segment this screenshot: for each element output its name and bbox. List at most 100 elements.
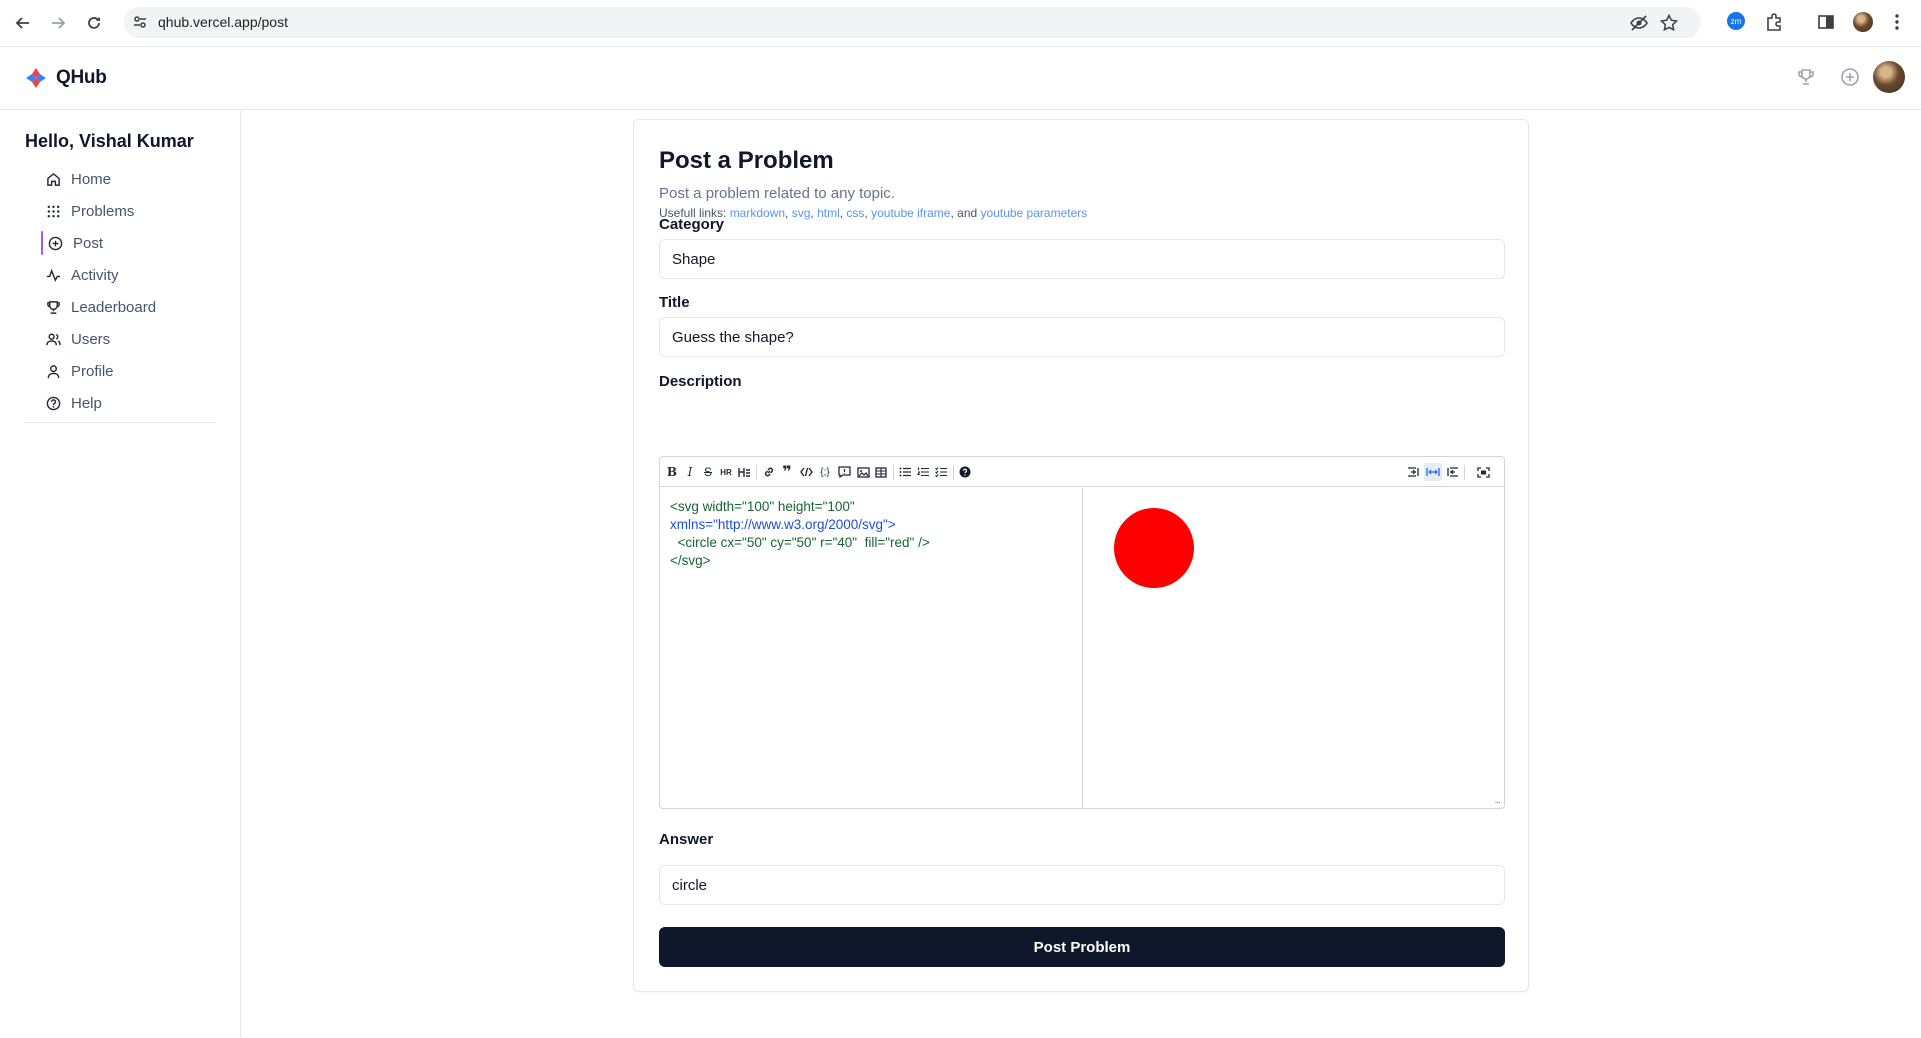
page-subtitle: Post a problem related to any topic.: [659, 185, 895, 202]
app-header: QHub: [0, 48, 1921, 110]
help-icon[interactable]: [956, 463, 974, 481]
sidebar-item-users[interactable]: Users: [41, 323, 216, 355]
link-css[interactable]: css: [846, 206, 864, 220]
activity-icon: [46, 268, 61, 282]
back-icon[interactable]: [12, 12, 34, 34]
red-circle: [1114, 508, 1194, 588]
link-youtube-iframe[interactable]: youtube iframe: [871, 206, 950, 220]
preview-circle-svg: [1114, 508, 1194, 588]
link-svg[interactable]: svg: [792, 206, 811, 220]
italic-icon[interactable]: I: [681, 463, 699, 481]
plus-circle-icon: [48, 236, 63, 250]
link-youtube-parameters[interactable]: youtube parameters: [981, 206, 1088, 220]
markdown-preview: [1084, 488, 1504, 808]
image-icon[interactable]: [854, 463, 872, 481]
preview-mode-icon[interactable]: [1443, 463, 1461, 481]
title-field[interactable]: Guess the shape?: [659, 317, 1505, 357]
sidebar-item-label: Help: [71, 394, 102, 412]
bookmark-star-icon[interactable]: [1659, 13, 1679, 33]
table-icon[interactable]: [872, 463, 890, 481]
greeting: Hello, Vishal Kumar: [25, 131, 194, 151]
help-circle-icon: [46, 396, 61, 410]
sidebar-item-leaderboard[interactable]: Leaderboard: [41, 291, 216, 323]
trophy-icon[interactable]: [1796, 67, 1816, 87]
sidebar-nav: Home Problems Post Activity Leaderboard …: [41, 163, 216, 419]
app-name: QHub: [56, 67, 107, 88]
markdown-editor: B I S HR ❞ {;} <svg width="100" height="…: [659, 456, 1505, 809]
page-title: Post a Problem: [659, 147, 834, 174]
code-line-3: <circle cx="50" cy="50" r="40" fill="red…: [670, 535, 930, 550]
sidebar-item-profile[interactable]: Profile: [41, 355, 216, 387]
toolbar-divider: [1464, 465, 1465, 480]
sidebar-item-label: Home: [71, 170, 112, 188]
editor-toolbar: B I S HR ❞ {;}: [660, 457, 1504, 487]
more-vert-icon[interactable]: [1890, 12, 1904, 32]
address-bar[interactable]: qhub.vercel.app/post: [124, 7, 1701, 38]
sidebar-item-home[interactable]: Home: [41, 163, 216, 195]
post-problem-card: Post a Problem Post a problem related to…: [633, 119, 1529, 992]
sidebar-item-activity[interactable]: Activity: [41, 259, 216, 291]
browser-toolbar: qhub.vercel.app/post zm: [0, 0, 1921, 47]
heading-icon[interactable]: [735, 463, 753, 481]
unordered-list-icon[interactable]: [896, 463, 914, 481]
code-textarea[interactable]: <svg width="100" height="100" xmlns="htt…: [660, 488, 1083, 808]
zoom-extension-icon[interactable]: zm: [1727, 12, 1745, 30]
post-problem-button[interactable]: Post Problem: [659, 927, 1505, 967]
sidebar-item-label: Post: [73, 234, 104, 252]
sidebar-item-help[interactable]: Help: [41, 387, 216, 419]
toolbar-divider: [756, 465, 757, 480]
extensions-puzzle-icon[interactable]: [1764, 12, 1784, 32]
ordered-list-icon[interactable]: [914, 463, 932, 481]
checklist-icon[interactable]: [932, 463, 950, 481]
sidebar-item-label: Leaderboard: [71, 298, 157, 316]
toolbar-divider: [893, 465, 894, 480]
sidebar-item-post[interactable]: Post: [41, 227, 216, 259]
reload-icon[interactable]: [83, 12, 105, 34]
side-panel-icon[interactable]: [1816, 12, 1836, 32]
comment-icon[interactable]: [835, 463, 853, 481]
split-mode-icon[interactable]: [1424, 463, 1442, 481]
sidebar: Hello, Vishal Kumar Home Problems Post A…: [0, 111, 241, 1038]
add-circle-icon[interactable]: [1840, 67, 1860, 87]
sidebar-divider: [25, 422, 215, 423]
strikethrough-icon[interactable]: S: [699, 463, 717, 481]
link-html[interactable]: html: [817, 206, 840, 220]
title-label: Title: [659, 294, 690, 311]
answer-field[interactable]: circle: [659, 865, 1505, 905]
link-icon[interactable]: [760, 463, 778, 481]
code-block-icon[interactable]: {;}: [816, 463, 834, 481]
resize-handle[interactable]: ...: [1495, 795, 1501, 806]
fullscreen-icon[interactable]: [1474, 463, 1492, 481]
home-icon: [47, 172, 60, 186]
sidebar-item-label: Users: [71, 330, 111, 348]
trophy-icon: [47, 300, 60, 314]
category-field[interactable]: Shape: [659, 239, 1505, 279]
sidebar-item-label: Problems: [71, 202, 135, 220]
sidebar-item-label: Activity: [71, 266, 119, 284]
app-logo[interactable]: QHub: [24, 66, 107, 90]
users-icon: [46, 333, 61, 345]
link-markdown[interactable]: markdown: [730, 206, 785, 220]
site-settings-icon[interactable]: [132, 14, 148, 30]
code-icon[interactable]: [797, 463, 815, 481]
browser-profile-avatar[interactable]: [1853, 12, 1873, 32]
code-line-1: <svg width="100" height="100": [670, 499, 855, 514]
user-avatar[interactable]: [1873, 61, 1905, 93]
category-label: Category: [659, 216, 725, 233]
code-line-2: xmlns="http://www.w3.org/2000/svg">: [670, 517, 896, 532]
toolbar-divider: [953, 465, 954, 480]
answer-label: Answer: [659, 831, 714, 848]
eye-off-icon[interactable]: [1629, 13, 1649, 33]
user-icon: [47, 364, 60, 378]
sidebar-item-problems[interactable]: Problems: [41, 195, 216, 227]
horizontal-rule-icon[interactable]: HR: [717, 463, 735, 481]
quote-icon[interactable]: ❞: [778, 463, 796, 481]
forward-icon[interactable]: [47, 12, 69, 34]
sidebar-item-label: Profile: [71, 362, 114, 380]
grid-icon: [47, 205, 60, 217]
edit-mode-icon[interactable]: [1405, 463, 1423, 481]
bold-icon[interactable]: B: [663, 463, 681, 481]
description-label: Description: [659, 373, 742, 390]
url-text[interactable]: qhub.vercel.app/post: [158, 14, 288, 30]
qhub-logo-icon: [26, 68, 46, 88]
